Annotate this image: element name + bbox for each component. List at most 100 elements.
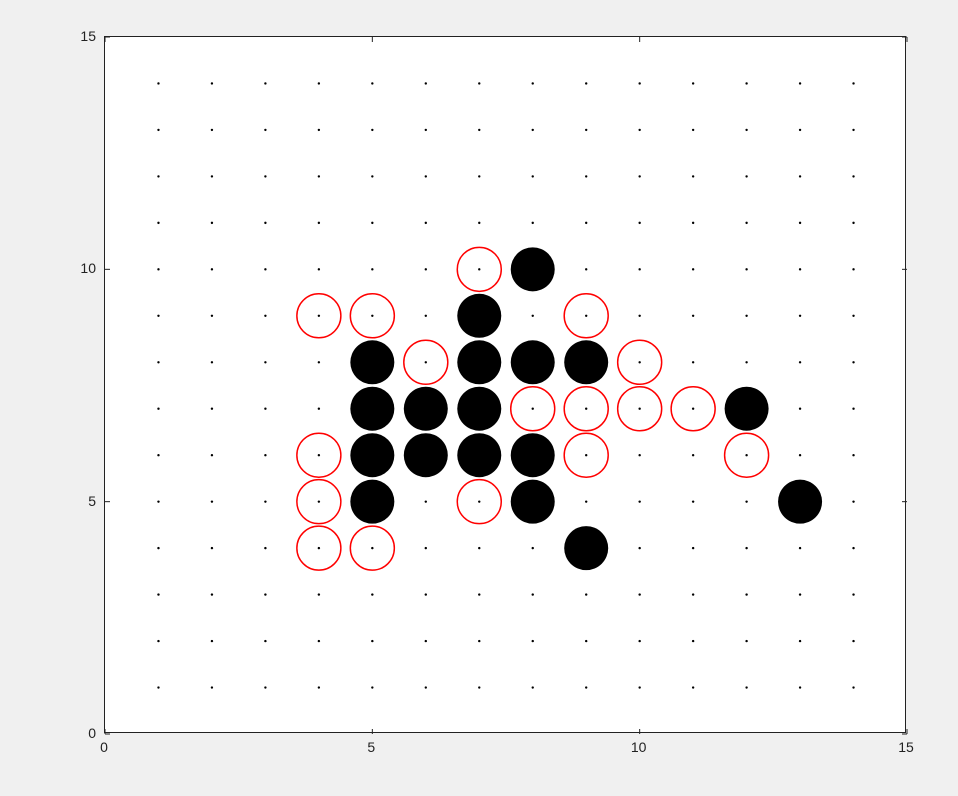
grid-dot xyxy=(585,222,587,224)
y-tick-label: 0 xyxy=(88,725,96,741)
grid-dot xyxy=(638,500,640,502)
grid-dot xyxy=(638,222,640,224)
grid-dot xyxy=(318,268,320,270)
grid-dot xyxy=(585,500,587,502)
grid-dot xyxy=(371,175,373,177)
grid-dot xyxy=(638,640,640,642)
grid-dot xyxy=(799,222,801,224)
grid-dot xyxy=(264,222,266,224)
grid-dot xyxy=(211,82,213,84)
grid-dot xyxy=(157,408,159,410)
grid-dot xyxy=(157,268,159,270)
grid-dot xyxy=(852,129,854,131)
y-tick-label: 5 xyxy=(88,493,96,509)
grid-dot xyxy=(157,454,159,456)
grid-dot xyxy=(264,454,266,456)
grid-dot xyxy=(478,593,480,595)
grid-dot xyxy=(852,593,854,595)
grid-dot xyxy=(264,315,266,317)
grid-dot xyxy=(425,175,427,177)
grid-dot xyxy=(799,686,801,688)
black-filled-circles-marker xyxy=(457,387,501,431)
grid-dot xyxy=(318,408,320,410)
grid-dot xyxy=(692,408,694,410)
grid-dot xyxy=(425,500,427,502)
grid-dot xyxy=(157,82,159,84)
grid-dot xyxy=(638,315,640,317)
grid-dot xyxy=(745,222,747,224)
grid-dot xyxy=(638,593,640,595)
grid-dot xyxy=(852,82,854,84)
grid-dot xyxy=(157,129,159,131)
grid-dot xyxy=(371,686,373,688)
grid-dot xyxy=(692,593,694,595)
black-filled-circles-marker xyxy=(725,387,769,431)
grid-dot xyxy=(638,82,640,84)
grid-dot xyxy=(211,315,213,317)
grid-dot xyxy=(425,82,427,84)
grid-dot xyxy=(264,129,266,131)
grid-dot xyxy=(318,686,320,688)
grid-dot xyxy=(745,686,747,688)
grid-dot xyxy=(425,547,427,549)
grid-dot xyxy=(532,408,534,410)
grid-dot xyxy=(425,315,427,317)
grid-dot xyxy=(264,82,266,84)
black-filled-circles-marker xyxy=(457,294,501,338)
grid-dot xyxy=(585,686,587,688)
grid-dot xyxy=(211,222,213,224)
grid-dot xyxy=(318,175,320,177)
scatter-plot-svg xyxy=(105,37,905,732)
grid-dot xyxy=(692,129,694,131)
grid-dot xyxy=(852,454,854,456)
grid-dot xyxy=(318,500,320,502)
grid-dot xyxy=(211,640,213,642)
grid-dot xyxy=(692,454,694,456)
black-filled-circles-marker xyxy=(404,433,448,477)
grid-dot xyxy=(799,268,801,270)
grid-dot xyxy=(532,222,534,224)
grid-dot xyxy=(318,315,320,317)
black-filled-circles-marker xyxy=(564,340,608,384)
grid-dot xyxy=(318,222,320,224)
grid-dot xyxy=(638,175,640,177)
grid-dot xyxy=(211,129,213,131)
grid-dot xyxy=(799,640,801,642)
grid-dot xyxy=(318,640,320,642)
black-filled-circles-marker xyxy=(350,340,394,384)
grid-dot xyxy=(745,129,747,131)
grid-dot xyxy=(211,454,213,456)
black-filled-circles-marker xyxy=(511,247,555,291)
grid-dot xyxy=(852,640,854,642)
grid-dot xyxy=(371,129,373,131)
grid-dot xyxy=(157,593,159,595)
grid-dot xyxy=(852,361,854,363)
grid-dot xyxy=(745,361,747,363)
grid-dot xyxy=(264,500,266,502)
black-filled-circles-marker xyxy=(511,433,555,477)
grid-dot xyxy=(852,547,854,549)
grid-dot xyxy=(371,593,373,595)
grid-dot xyxy=(585,315,587,317)
x-tick-label: 15 xyxy=(898,739,914,755)
black-filled-circles-marker xyxy=(457,433,501,477)
grid-dot xyxy=(799,129,801,131)
black-filled-circles-marker xyxy=(564,526,608,570)
grid-dot xyxy=(318,361,320,363)
grid-dot xyxy=(638,268,640,270)
black-filled-circles-marker xyxy=(778,480,822,524)
black-filled-circles-marker xyxy=(350,387,394,431)
grid-dot xyxy=(532,129,534,131)
grid-dot xyxy=(478,686,480,688)
grid-dot xyxy=(692,222,694,224)
grid-dot xyxy=(745,268,747,270)
black-filled-circles-marker xyxy=(404,387,448,431)
grid-dot xyxy=(425,640,427,642)
grid-dot xyxy=(478,640,480,642)
grid-dot xyxy=(532,640,534,642)
grid-dot xyxy=(211,361,213,363)
grid-dot xyxy=(264,593,266,595)
grid-dot xyxy=(638,547,640,549)
grid-dot xyxy=(371,268,373,270)
grid-dot xyxy=(425,129,427,131)
